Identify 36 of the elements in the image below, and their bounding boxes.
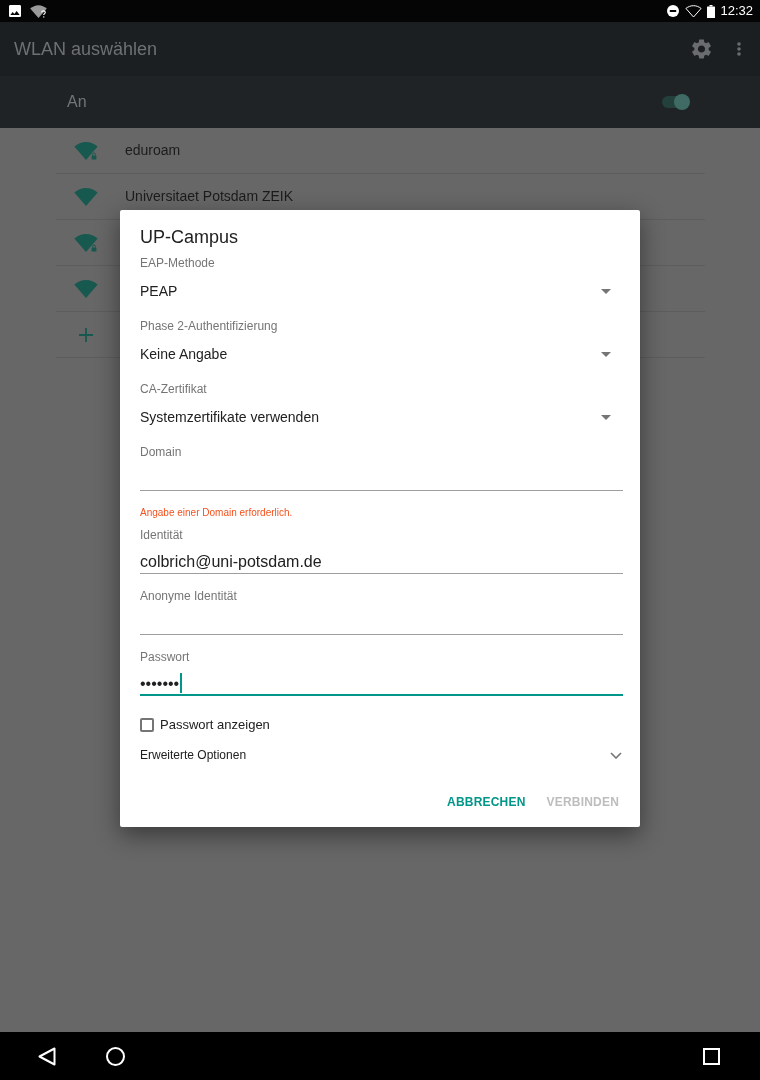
dropdown-arrow-icon bbox=[601, 414, 611, 420]
home-icon[interactable] bbox=[106, 1046, 125, 1066]
field-label: EAP-Methode bbox=[140, 255, 216, 271]
dialog-button[interactable]: ABBRECHEN bbox=[439, 784, 534, 820]
field-label: Passwort bbox=[140, 649, 191, 665]
dropdown[interactable]: Systemzertifikate verwenden bbox=[140, 397, 623, 437]
text-field[interactable]: ••••••• bbox=[140, 665, 623, 696]
clock-time: 12:32 bbox=[720, 3, 753, 19]
dropdown[interactable]: PEAP bbox=[140, 271, 623, 311]
wifi-toggle-label: An bbox=[67, 92, 87, 112]
wifi-question-icon bbox=[30, 4, 47, 18]
field-label: Anonyme Identität bbox=[140, 588, 238, 604]
checkbox[interactable] bbox=[140, 718, 154, 732]
do-not-disturb-icon bbox=[667, 5, 680, 17]
toggle-switch[interactable] bbox=[660, 93, 690, 111]
field-label: Identität bbox=[140, 527, 184, 543]
wifi-icon bbox=[685, 4, 703, 18]
dropdown[interactable]: Keine Angabe bbox=[140, 334, 623, 374]
field-label: Domain bbox=[140, 444, 183, 460]
advanced-options-toggle[interactable]: Erweiterte Optionen bbox=[140, 745, 623, 765]
field-label: Phase 2-Authentifizierung bbox=[140, 318, 279, 334]
dropdown-arrow-icon bbox=[601, 351, 611, 357]
text-field[interactable]: colbrich@uni-potsdam.de bbox=[140, 543, 623, 574]
settings-icon[interactable] bbox=[692, 39, 711, 59]
field-label: CA-Zertifikat bbox=[140, 381, 208, 397]
battery-icon bbox=[707, 4, 716, 18]
text-cursor bbox=[180, 673, 183, 693]
back-icon[interactable] bbox=[38, 1046, 56, 1066]
recent-apps-icon[interactable] bbox=[703, 1047, 720, 1065]
more-options-icon[interactable] bbox=[737, 42, 741, 56]
checkbox-label[interactable]: Passwort anzeigen bbox=[160, 715, 270, 735]
screen-title: WLAN auswählen bbox=[14, 38, 158, 61]
dialog-title: UP-Campus bbox=[140, 226, 240, 249]
image-icon bbox=[9, 5, 21, 17]
error-message: Angabe einer Domain erforderlich. bbox=[140, 506, 294, 520]
dropdown-arrow-icon bbox=[601, 288, 611, 294]
